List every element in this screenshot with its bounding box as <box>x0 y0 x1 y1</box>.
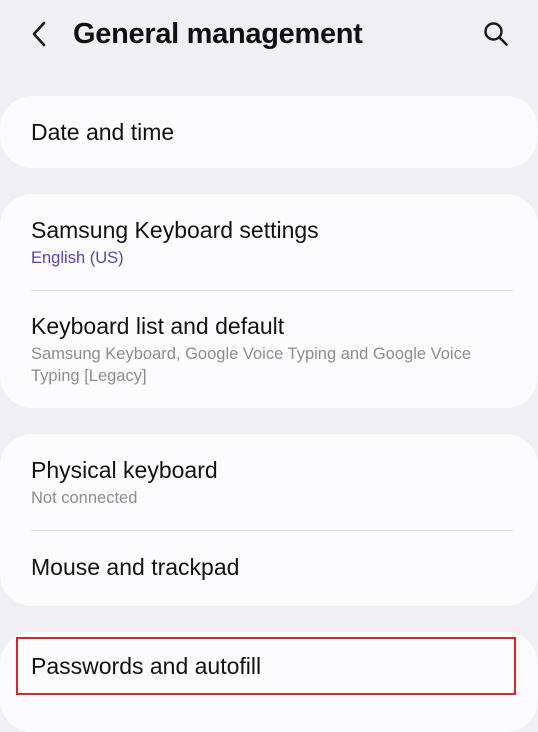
search-button[interactable] <box>476 14 516 54</box>
item-subtitle: English (US) <box>31 249 124 267</box>
mouse-and-trackpad-item[interactable]: Mouse and trackpad <box>0 552 538 582</box>
page-title: General management <box>73 18 363 50</box>
item-title: Samsung Keyboard settings <box>31 217 319 243</box>
samsung-keyboard-settings-item[interactable]: Samsung Keyboard settings English (US) <box>0 215 538 269</box>
settings-card-input-devices: Physical keyboard Not connected Mouse an… <box>0 434 538 606</box>
divider <box>31 290 513 291</box>
date-and-time-item[interactable]: Date and time <box>0 117 538 147</box>
back-chevron-icon <box>32 21 46 47</box>
item-title: Physical keyboard <box>31 457 218 483</box>
divider <box>31 530 513 531</box>
app-header: General management <box>0 0 538 70</box>
settings-card-datetime: Date and time <box>0 96 538 168</box>
back-button[interactable] <box>22 14 58 54</box>
settings-card-passwords: Passwords and autofill <box>0 632 538 732</box>
settings-card-keyboard: Samsung Keyboard settings English (US) K… <box>0 194 538 408</box>
item-title: Passwords and autofill <box>31 653 262 679</box>
passwords-and-autofill-item[interactable]: Passwords and autofill <box>0 651 538 681</box>
item-title: Keyboard list and default <box>31 313 285 339</box>
item-title: Mouse and trackpad <box>31 554 240 580</box>
item-subtitle: Not connected <box>31 489 138 507</box>
search-icon <box>484 22 508 46</box>
physical-keyboard-item[interactable]: Physical keyboard Not connected <box>0 455 538 509</box>
item-subtitle: Samsung Keyboard, Google Voice Typing an… <box>31 345 471 385</box>
keyboard-list-and-default-item[interactable]: Keyboard list and default Samsung Keyboa… <box>0 311 538 387</box>
item-title: Date and time <box>31 119 175 145</box>
